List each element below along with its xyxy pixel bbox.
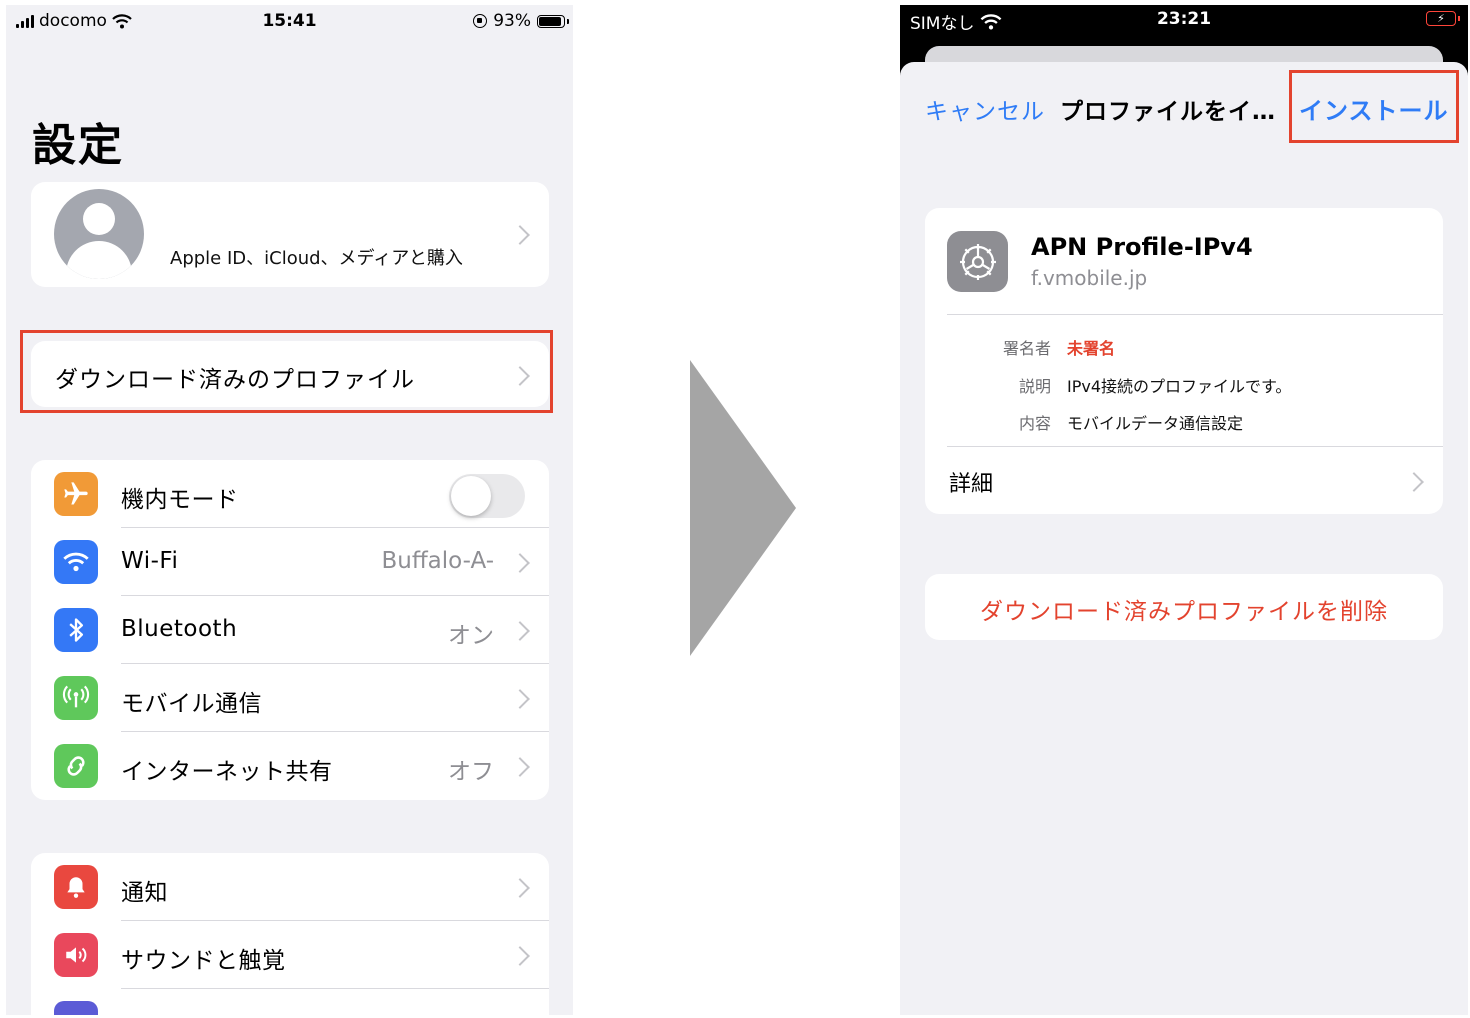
settings-row-bluetooth[interactable]: Bluetooth オン	[31, 596, 549, 664]
battery-charging-icon: ⚡	[1426, 11, 1460, 26]
settings-row-sounds[interactable]: サウンドと触覚	[31, 921, 549, 989]
notifications-group: 通知 サウンドと触覚	[31, 853, 549, 1015]
delete-profile-button[interactable]: ダウンロード済みプロファイルを削除	[925, 574, 1443, 640]
row-label: モバイル通信	[121, 691, 262, 717]
cancel-button[interactable]: キャンセル	[925, 92, 1045, 126]
details-row[interactable]: 詳細	[949, 466, 993, 498]
profile-name: APN Profile-IPv4	[1031, 233, 1253, 261]
chevron-right-icon	[510, 225, 530, 245]
chevron-right-icon	[510, 946, 530, 966]
battery-percent: 93%	[493, 11, 531, 31]
link-icon	[54, 744, 98, 788]
description-value: IPv4接続のプロファイルです。	[1067, 377, 1292, 396]
row-label: Wi-Fi	[121, 548, 179, 574]
row-label: 通知	[121, 880, 168, 906]
nav-bar: キャンセル プロファイルをイ… インストール	[900, 62, 1468, 152]
bluetooth-icon	[54, 608, 98, 652]
moon-icon	[54, 1001, 98, 1015]
chevron-right-icon	[510, 878, 530, 898]
page-title: 設定	[32, 120, 124, 171]
chevron-right-icon	[510, 757, 530, 777]
antenna-icon	[54, 676, 98, 720]
chevron-right-icon	[1404, 472, 1424, 492]
profile-card: APN Profile-IPv4 f.vmobile.jp 署名者 未署名 説明…	[925, 208, 1443, 514]
wifi-icon	[54, 540, 98, 584]
airplane-mode-toggle[interactable]	[449, 474, 525, 518]
chevron-right-icon	[510, 621, 530, 641]
row-value: オン	[448, 623, 494, 649]
signer-key: 署名者	[1002, 339, 1051, 358]
settings-row-notifications[interactable]: 通知	[31, 853, 549, 921]
airplane-icon	[54, 472, 98, 516]
signer-value: 未署名	[1067, 339, 1116, 358]
description-key: 説明	[1018, 377, 1051, 396]
row-label: Bluetooth	[121, 616, 238, 642]
settings-row-hotspot[interactable]: インターネット共有 オフ	[31, 732, 549, 800]
settings-row-partial[interactable]	[31, 989, 549, 1015]
delete-profile-label: ダウンロード済みプロファイルを削除	[980, 599, 1388, 625]
status-time: 23:21	[1156, 9, 1212, 29]
settings-screen: docomo 15:41 93% 設定 Apple ID、iCloud、メディア…	[6, 5, 573, 1015]
settings-row-mobile[interactable]: モバイル通信	[31, 664, 549, 732]
contents-key: 内容	[1018, 414, 1051, 433]
apple-id-label: Apple ID、iCloud、メディアと購入	[170, 248, 463, 269]
apple-id-card[interactable]: Apple ID、iCloud、メディアと購入	[31, 182, 549, 287]
rotation-lock-icon	[473, 14, 488, 28]
chevron-right-icon	[510, 553, 530, 573]
speaker-icon	[54, 933, 98, 977]
row-value: オフ	[448, 759, 494, 785]
gear-icon	[947, 231, 1008, 292]
install-sheet: キャンセル プロファイルをイ… インストール APN Profile-IPv4 …	[900, 62, 1468, 1015]
next-step-arrow-icon	[690, 360, 796, 656]
row-label: インターネット共有	[121, 759, 333, 785]
highlight-box	[1289, 70, 1459, 143]
contents-value: モバイルデータ通信設定	[1067, 414, 1244, 433]
settings-row-airplane[interactable]: 機内モード	[31, 460, 549, 528]
row-label: 機内モード	[121, 487, 239, 513]
row-value: Buffalo-A-	[381, 548, 494, 574]
profile-domain: f.vmobile.jp	[1031, 266, 1148, 290]
settings-row-wifi[interactable]: Wi-Fi Buffalo-A-	[31, 528, 549, 596]
row-label: サウンドと触覚	[121, 948, 286, 974]
chevron-right-icon	[510, 689, 530, 709]
avatar	[54, 189, 144, 279]
highlight-box	[20, 330, 553, 413]
bell-icon	[54, 865, 98, 909]
connectivity-group: 機内モード Wi-Fi Buffalo-A- Bluetooth オン モバイル…	[31, 460, 549, 800]
install-profile-screen: SIMなし 23:21 ⚡ キャンセル プロファイルをイ… インストール APN…	[900, 5, 1468, 1015]
battery-icon	[537, 14, 569, 28]
nav-title: プロファイルをイ…	[1060, 99, 1276, 125]
status-bar: docomo 15:41 93%	[6, 5, 573, 37]
status-bar: SIMなし 23:21 ⚡	[900, 5, 1468, 45]
